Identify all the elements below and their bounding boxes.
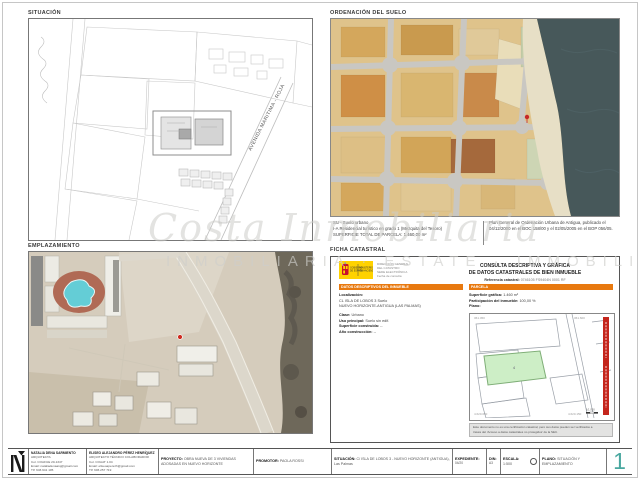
- cadastral-plan: 4 361.450 361.600 4.620.050 4.620.150 1/…: [469, 313, 615, 421]
- architect-tel: Tlf: 646 941 105: [31, 468, 84, 472]
- promotor-value: PAOLA ROSSI: [280, 459, 304, 463]
- inmueble-fields: Localización: CL ISLA DE LOBOS 3 Suelo N…: [339, 293, 463, 336]
- ficha-label: FICHA CATASTRAL: [330, 247, 385, 253]
- cadastral-reference: Referencia catastral: 0746105 FS9404N 00…: [437, 278, 613, 282]
- ordenacion-label: ORDENACIÓN DEL SUELO: [330, 10, 407, 16]
- situacion-drawing: AVENIDA MARITIMA - ROJA: [29, 19, 312, 240]
- plan-coordinate: 4.620.150: [568, 412, 582, 416]
- ordenacion-drawing: [331, 19, 619, 216]
- cadastral-plan-drawing: 4 361.450 361.600 4.620.050 4.620.150 1/…: [470, 314, 612, 418]
- catastro-title: CONSULTA DESCRIPTIVA Y GRÁFICA DE DATOS …: [437, 263, 613, 282]
- plan-coordinate: 361.600: [574, 316, 585, 320]
- expediente-value: 04/20: [455, 461, 463, 465]
- technical-architect-info-cell: ELISEO ALEJANDRO PÉREZ HENRÍQUEZ ARQUITE…: [86, 449, 158, 474]
- gov-logo-text: MINISTERIO: [360, 268, 374, 270]
- disclaimer-line2: través del 'Acceso a datos catastrales n…: [473, 430, 609, 435]
- catastro-disclaimer: Este documento no es una certificación c…: [469, 423, 613, 437]
- superficie-grafica-label: Superficie gráfica:: [469, 293, 502, 297]
- street-label: AVENIDA MARITIMA - ROJA: [247, 83, 286, 152]
- situacion-map: AVENIDA MARITIMA - ROJA: [28, 18, 313, 241]
- technical-tel: Tlf: 606 257 719: [89, 468, 156, 472]
- situacion-cell: SITUACIÓN: C/ ISLA DE LOBOS 3 - NUEVO HO…: [331, 449, 452, 474]
- site-marker-icon: [178, 335, 183, 340]
- satellite-photo-drawing: [29, 252, 312, 433]
- page-number: 1: [613, 450, 626, 473]
- inmueble-header-bar: DATOS DESCRIPTIVOS DEL INMUEBLE: [339, 284, 463, 290]
- note-divider: [483, 221, 484, 245]
- ano-construccion-value: --: [374, 330, 377, 334]
- ordenacion-map: [330, 18, 620, 217]
- architect-info-cell: NATALIA DENA SARMIENTO ARQUITECTA Col. C…: [28, 449, 86, 474]
- zoning-note-left: SU - Suelo urbano I-A Residencial turíst…: [333, 220, 479, 239]
- gov-line: Fecha de consulta: [377, 274, 409, 278]
- spain-government-logo: GOBIERNO DE ESPAÑA MINISTERIO DE HACIEND…: [339, 261, 373, 279]
- superficie-construida-label: Superficie construida:: [339, 324, 379, 328]
- uso-value: Suelo sin edif.: [365, 319, 389, 323]
- studio-logo-cell: [8, 449, 28, 474]
- proyecto-cell: PROYECTO: OBRA NUEVA DE 3 VIVIENDAS ADOS…: [158, 449, 253, 474]
- participacion-value: 100,00 %: [519, 299, 535, 303]
- participacion-label: Participación del inmueble:: [469, 299, 518, 303]
- emplazamiento-photo: [28, 251, 313, 434]
- zoning-line: SUPERFICIE TOTAL DE PARCELA: 1.460,00 m²: [333, 232, 479, 238]
- din-value: A3: [489, 461, 493, 465]
- zoning-note-right: Plan General de Ordenación Urbana de Ant…: [489, 220, 618, 232]
- localizacion-label: Localización:: [339, 293, 363, 297]
- superficie-grafica-value: 1.460 m²: [503, 293, 518, 297]
- plano-title-label: PLANO:: [542, 457, 556, 461]
- disclaimer-line1: Este documento no es una certificación c…: [473, 425, 609, 430]
- plan-sheet: SITUACIÓN: [0, 0, 640, 480]
- din-cell: DIN: A3: [486, 449, 500, 474]
- north-symbol-icon: [530, 458, 537, 465]
- promotor-cell: PROMOTOR: PAOLA ROSSI: [253, 449, 331, 474]
- ficha-catastral-panel: GOBIERNO DE ESPAÑA MINISTERIO DE HACIEND…: [330, 256, 620, 443]
- escala-value: 1:500: [503, 462, 512, 466]
- uso-label: Uso principal:: [339, 319, 364, 323]
- catastro-office-lines: DIRECCIÓN GENERAL DEL CATASTRO SEDE ELEC…: [377, 262, 409, 278]
- plano-label: Plano:: [469, 304, 481, 308]
- clase-value: Urbano: [351, 313, 363, 317]
- proyecto-label: PROYECTO:: [161, 457, 183, 461]
- page-number-cell: 1: [606, 449, 632, 474]
- catastro-title-line2: DE DATOS CATASTRALES DE BIEN INMUEBLE: [437, 270, 613, 277]
- parcela-fields: Superficie gráfica: 1.460 m² Participaci…: [469, 293, 613, 310]
- parcela-header-bar: PARCELA: [469, 284, 613, 290]
- plan-scale-text: 1/1.000: [586, 408, 595, 412]
- plan-coordinate: 4.620.050: [474, 412, 488, 416]
- architect-studio-logo-icon: [10, 451, 26, 473]
- cadastral-reference-value: 0746105 FS9404N 0001 RF: [521, 278, 566, 282]
- situacion-building-cluster: [153, 111, 231, 155]
- escala-cell: ESCALA: 1:500: [500, 449, 539, 474]
- expediente-cell: EXPEDIENTE: 04/20: [452, 449, 486, 474]
- situacion-label: SITUACIÓN: [28, 10, 61, 16]
- cadastral-reference-label: Referencia catastral:: [484, 278, 519, 282]
- escala-label: ESCALA:: [503, 457, 519, 461]
- clase-label: Clase:: [339, 313, 350, 317]
- ano-construccion-label: Año construcción:: [339, 330, 373, 334]
- title-block: NATALIA DENA SARMIENTO ARQUITECTA Col. C…: [8, 448, 632, 475]
- superficie-construida-value: --: [380, 324, 383, 328]
- plan-coordinate: 361.450: [474, 316, 485, 320]
- situacion-dir-label: SITUACIÓN:: [334, 457, 356, 461]
- plano-cell: PLANO: SITUACIÓN Y EMPLAZAMIENTO: [539, 449, 606, 474]
- gov-logo-text: DE HACIENDA: [360, 270, 374, 273]
- emplazamiento-label: EMPLAZAMIENTO: [28, 243, 80, 249]
- promotor-label: PROMOTOR:: [256, 459, 279, 463]
